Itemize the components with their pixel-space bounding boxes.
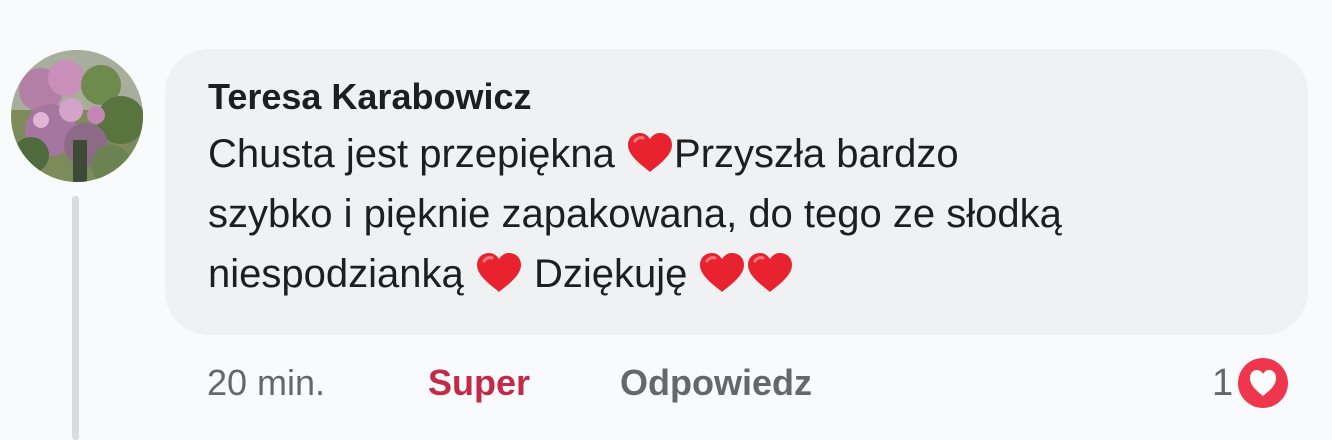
comment-line: niespodzianką Dziękuję [208, 244, 1268, 304]
comment-timestamp[interactable]: 20 min. [207, 362, 325, 404]
red-heart-emoji-icon [698, 252, 746, 294]
love-reaction-icon [1237, 357, 1289, 409]
reaction-count: 1 [1212, 361, 1234, 404]
comment-text-segment: niespodzianką [208, 252, 475, 296]
comment-text: Chusta jest przepiękna Przyszła bardzo s… [208, 124, 1268, 304]
reply-button[interactable]: Odpowiedz [620, 362, 812, 404]
reaction-button[interactable]: Super [428, 362, 530, 404]
comment-line: Chusta jest przepiękna Przyszła bardzo [208, 124, 1268, 184]
comment-line: szybko i pięknie zapakowana, do tego ze … [208, 184, 1268, 244]
comment-text-segment: Przyszła bardzo [674, 132, 959, 176]
red-heart-emoji-icon [626, 132, 674, 174]
red-heart-emoji-icon [746, 252, 794, 294]
comment-text-segment: szybko i pięknie zapakowana, do tego ze … [208, 192, 1062, 236]
thread-line [72, 196, 79, 440]
avatar[interactable] [11, 50, 143, 182]
avatar-image [11, 50, 143, 182]
comment-author[interactable]: Teresa Karabowicz [208, 76, 1268, 118]
comment-text-segment: Dziękuję [522, 252, 699, 296]
reaction-summary[interactable]: 1 [1212, 357, 1289, 409]
comment-thread: Teresa Karabowicz Chusta jest przepiękna… [0, 0, 1332, 440]
red-heart-emoji-icon [475, 252, 523, 294]
comment-text-segment: Chusta jest przepiękna [208, 132, 627, 176]
comment-bubble: Teresa Karabowicz Chusta jest przepiękna… [165, 49, 1308, 335]
